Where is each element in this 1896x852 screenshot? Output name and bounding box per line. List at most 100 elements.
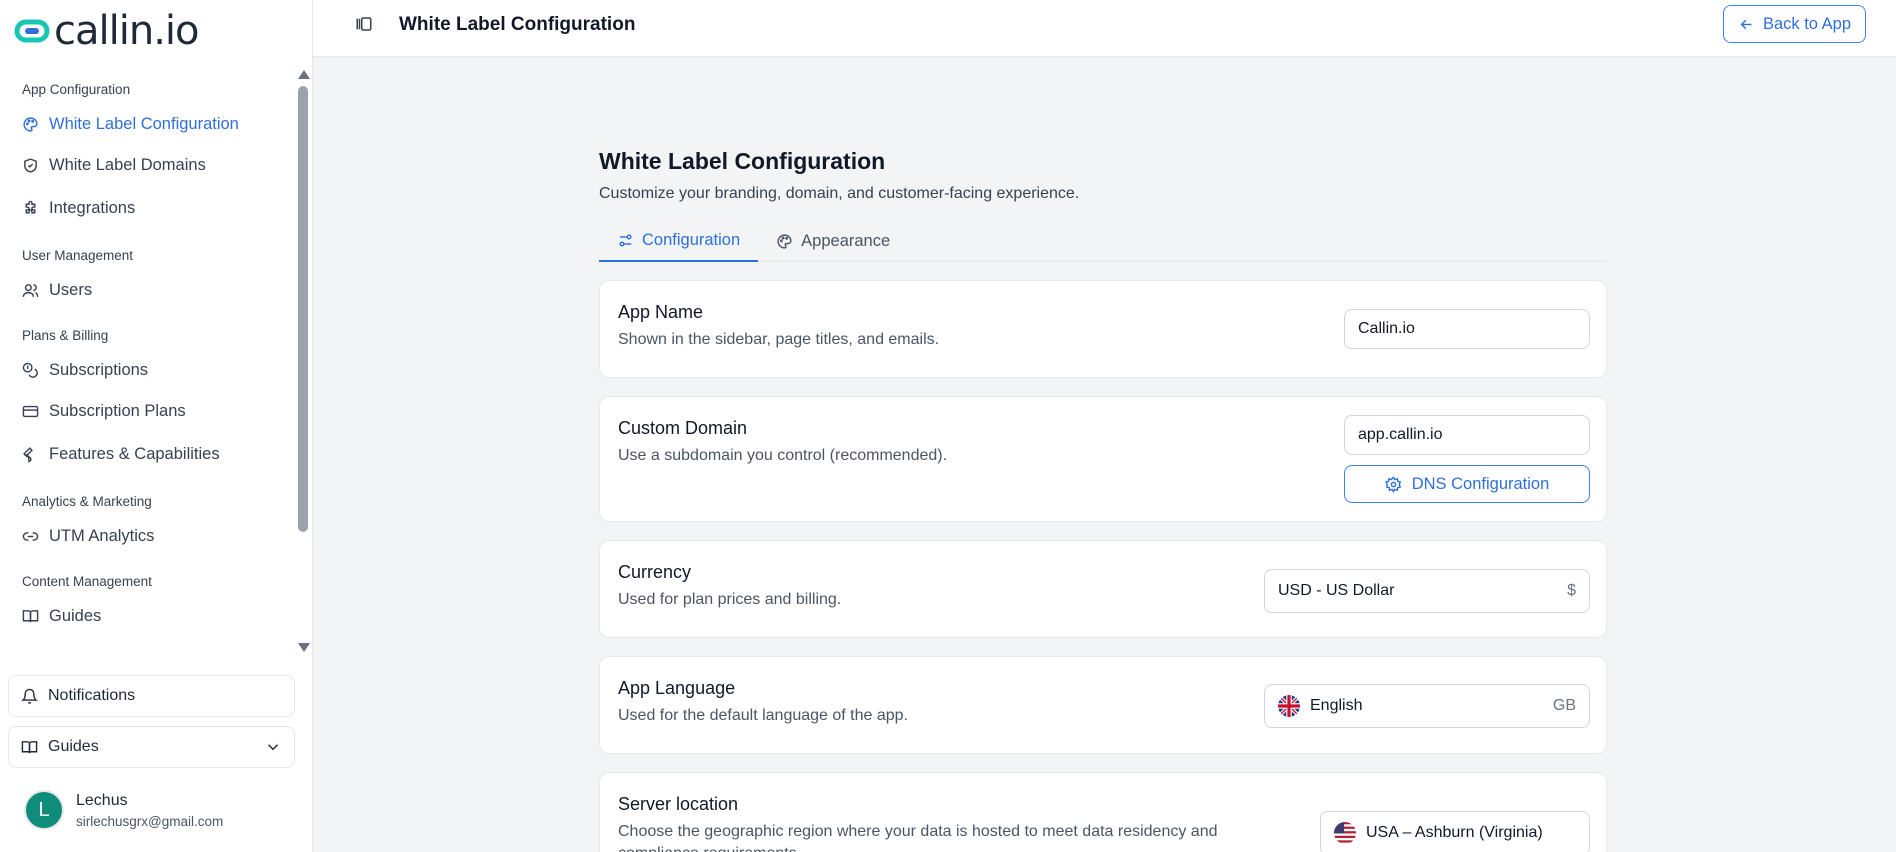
app-language-card: App Language Used for the default langua… <box>599 656 1607 754</box>
sidebar-item-subscriptions[interactable]: Subscriptions <box>22 350 296 390</box>
app-name-description: Shown in the sidebar, page titles, and e… <box>618 331 940 348</box>
tab-bar: Configuration Appearance <box>599 221 1607 262</box>
tab-appearance[interactable]: Appearance <box>758 221 908 261</box>
coins-icon <box>22 362 38 378</box>
section-title-content-management: Content Management <box>22 574 152 589</box>
custom-domain-label: Custom Domain <box>618 418 748 438</box>
wrench-icon <box>23 447 33 463</box>
tab-configuration[interactable]: Configuration <box>599 221 759 262</box>
sidebar-item-label: Integrations <box>49 199 136 217</box>
tab-label: Configuration <box>642 231 741 249</box>
sliders-icon <box>619 234 632 247</box>
book-icon <box>21 740 38 753</box>
link-icon <box>22 531 39 541</box>
app-language-description: Used for the default language of the app… <box>618 707 908 724</box>
server-location-label: Server location <box>618 794 739 814</box>
top-header: White Label Configuration Back to App <box>313 0 1896 57</box>
notifications-label: Notifications <box>48 687 136 704</box>
callin-logo-icon <box>14 19 50 43</box>
shield-icon <box>24 158 37 173</box>
sidebar-item-label: Subscriptions <box>49 360 149 379</box>
arrow-left-icon <box>1740 19 1752 29</box>
dns-configuration-label: DNS Configuration <box>1411 474 1550 493</box>
app-language-code: GB <box>1552 697 1576 714</box>
server-location-card: Server location Choose the geographic re… <box>599 772 1607 852</box>
custom-domain-input[interactable]: app.callin.io <box>1344 415 1590 455</box>
sidebar-item-label: Subscription Plans <box>49 402 186 420</box>
header-title: White Label Configuration <box>399 14 636 35</box>
guides-label: Guides <box>48 738 99 755</box>
sidebar-item-subscription-plans[interactable]: Subscription Plans <box>22 390 296 433</box>
book-icon <box>22 609 39 622</box>
section-title-app-configuration: App Configuration <box>22 82 131 97</box>
sidebar-item-label: Features & Capabilities <box>49 445 220 463</box>
app-language-select[interactable]: English GB <box>1264 684 1590 728</box>
currency-value: USD - US Dollar <box>1278 582 1395 599</box>
guides-dropdown-button[interactable]: Guides <box>8 726 295 768</box>
sidebar-item-label: Users <box>49 280 93 299</box>
currency-select[interactable]: USD - US Dollar $ <box>1264 569 1590 613</box>
palette-icon <box>777 233 792 249</box>
sidebar-item-label: UTM Analytics <box>49 526 155 545</box>
back-to-app-button[interactable]: Back to App <box>1722 5 1866 43</box>
sidebar-toggle-icon[interactable] <box>355 15 373 33</box>
sidebar-item-white-label-domains[interactable]: White Label Domains <box>22 144 296 187</box>
sidebar-item-users[interactable]: Users <box>22 270 296 310</box>
custom-domain-card: Custom Domain Use a subdomain you contro… <box>599 396 1607 522</box>
users-icon <box>22 283 39 297</box>
currency-label: Currency <box>618 562 692 582</box>
us-flag-icon <box>1334 822 1356 844</box>
user-profile[interactable]: L Lechus sirlechusgrx@gmail.com <box>24 790 223 830</box>
server-location-select[interactable]: USA – Ashburn (Virginia) <box>1320 811 1590 852</box>
sidebar-scrollbar[interactable] <box>296 66 310 656</box>
scroll-up-arrow-icon[interactable] <box>298 70 310 79</box>
chevron-down-icon <box>267 744 279 751</box>
scroll-down-arrow-icon[interactable] <box>298 643 310 652</box>
page-title: White Label Configuration <box>599 148 886 174</box>
sidebar-item-label: Guides <box>49 606 102 625</box>
custom-domain-description: Use a subdomain you control (recommended… <box>618 447 948 464</box>
puzzle-icon <box>25 200 36 214</box>
palette-icon <box>23 116 38 132</box>
section-title-analytics-marketing: Analytics & Marketing <box>22 494 152 509</box>
gear-icon <box>1384 475 1401 493</box>
sidebar-item-guides[interactable]: Guides <box>22 596 296 636</box>
sidebar-item-features-capabilities[interactable]: Features & Capabilities <box>22 433 296 476</box>
currency-symbol: $ <box>1567 582 1576 599</box>
back-to-app-label: Back to App <box>1762 14 1851 33</box>
server-location-description: Choose the geographic region where your … <box>618 823 1218 852</box>
sidebar-item-label: White Label Configuration <box>49 114 239 133</box>
dns-configuration-button[interactable]: DNS Configuration <box>1344 465 1590 503</box>
sidebar-item-white-label-configuration[interactable]: White Label Configuration <box>22 104 296 144</box>
sidebar-nav: App Configuration White Label Configurat… <box>0 66 296 656</box>
user-email: sirlechusgrx@gmail.com <box>76 813 224 829</box>
app-language-value: English <box>1310 697 1363 714</box>
app-language-label: App Language <box>618 678 736 698</box>
currency-card: Currency Used for plan prices and billin… <box>599 540 1607 638</box>
uk-flag-icon <box>1278 695 1300 717</box>
app-name-input[interactable]: Callin.io <box>1344 309 1590 349</box>
server-location-value: USA – Ashburn (Virginia) <box>1366 824 1543 841</box>
section-title-plans-billing: Plans & Billing <box>22 328 109 343</box>
avatar: L <box>24 790 64 830</box>
tab-label: Appearance <box>801 231 891 250</box>
main-content: White Label Configuration Customize your… <box>599 148 1607 852</box>
section-title-user-management: User Management <box>22 248 134 263</box>
credit-card-icon <box>22 405 39 418</box>
brand-name: callin.io <box>54 8 199 54</box>
custom-domain-value: app.callin.io <box>1358 426 1443 443</box>
user-name: Lechus <box>76 791 128 809</box>
page-subtitle: Customize your branding, domain, and cus… <box>599 185 1080 202</box>
currency-description: Used for plan prices and billing. <box>618 591 842 608</box>
sidebar-item-utm-analytics[interactable]: UTM Analytics <box>22 516 296 556</box>
notifications-button[interactable]: Notifications <box>8 675 295 717</box>
scrollbar-thumb[interactable] <box>298 86 308 532</box>
app-name-value: Callin.io <box>1358 320 1415 337</box>
brand-logo[interactable]: callin.io <box>14 8 199 54</box>
bell-icon <box>21 688 38 704</box>
app-name-label: App Name <box>618 302 704 322</box>
sidebar-item-integrations[interactable]: Integrations <box>22 187 296 230</box>
sidebar: callin.io App Configuration White Label … <box>0 0 313 852</box>
sidebar-item-label: White Label Domains <box>49 156 206 174</box>
app-name-card: App Name Shown in the sidebar, page titl… <box>599 280 1607 378</box>
